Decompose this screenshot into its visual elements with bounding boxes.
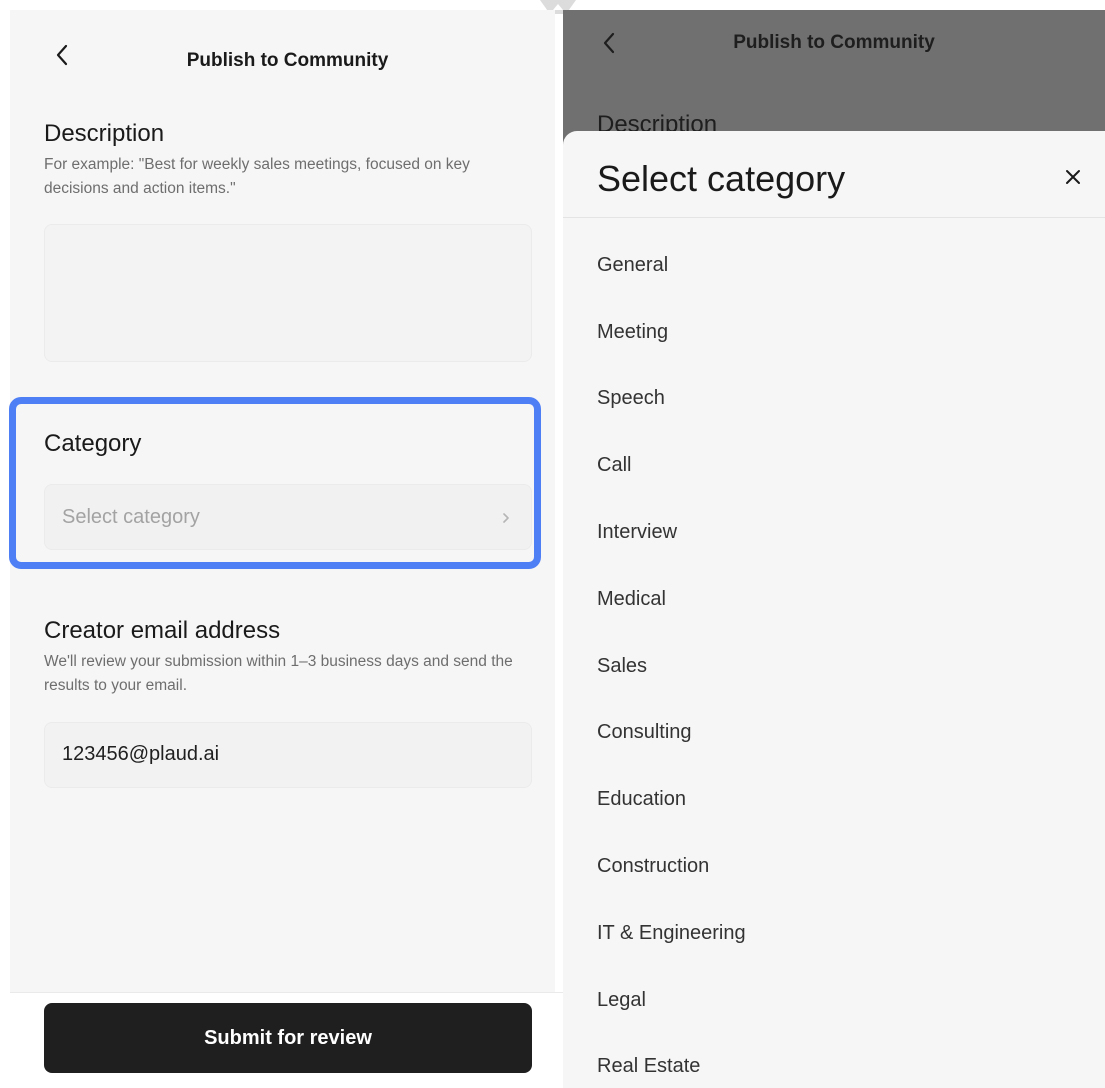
category-option-sales[interactable]: Sales xyxy=(597,655,647,678)
page-title: Publish to Community xyxy=(186,50,389,71)
category-option-construction[interactable]: Construction xyxy=(597,855,709,878)
description-title: Description xyxy=(44,120,165,147)
category-option-legal[interactable]: Legal xyxy=(597,989,646,1012)
category-highlight-frame xyxy=(9,397,541,569)
sheet-divider xyxy=(563,217,1105,218)
category-option-call[interactable]: Call xyxy=(597,454,631,477)
email-title: Creator email address xyxy=(44,617,281,644)
category-option-real-estate[interactable]: Real Estate xyxy=(597,1055,700,1078)
sheet-title: Select category xyxy=(597,158,846,199)
category-option-medical[interactable]: Medical xyxy=(597,588,666,611)
category-option-interview[interactable]: Interview xyxy=(597,521,677,544)
page-title: Publish to Community xyxy=(733,32,935,53)
category-option-speech[interactable]: Speech xyxy=(597,387,665,410)
category-option-meeting[interactable]: Meeting xyxy=(597,321,668,344)
close-icon[interactable] xyxy=(1061,165,1085,189)
submit-button[interactable]: Submit for review xyxy=(44,1003,532,1073)
description-hint: For example: "Best for weekly sales meet… xyxy=(44,156,470,197)
email-hint: We'll review your submission within 1–3 … xyxy=(44,653,513,694)
category-option-general[interactable]: General xyxy=(597,254,668,277)
email-field[interactable]: 123456@plaud.ai xyxy=(44,722,532,788)
email-value: 123456@plaud.ai xyxy=(62,743,220,765)
bottom-bar: Submit for review xyxy=(10,992,565,1088)
category-option-it-engineering[interactable]: IT & Engineering xyxy=(597,922,746,945)
category-bottom-sheet: Select category General Meeting Speech C… xyxy=(563,131,1105,1088)
category-option-consulting[interactable]: Consulting xyxy=(597,721,692,744)
category-option-education[interactable]: Education xyxy=(597,788,686,811)
description-input[interactable] xyxy=(44,224,532,362)
category-picker-screen: Publish to Community Description Select … xyxy=(563,10,1105,1088)
